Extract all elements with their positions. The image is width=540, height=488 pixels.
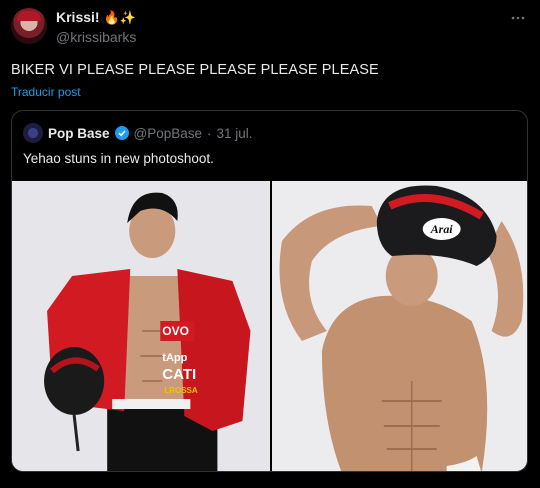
- verified-badge-icon: [114, 126, 129, 140]
- helmet-brand: Arai: [429, 222, 453, 236]
- jacket-logo-1: OVO: [162, 324, 189, 338]
- author-display-name[interactable]: Krissi!: [56, 9, 100, 25]
- media-grid: OVO tApp CATI LROSSA Arai: [12, 181, 527, 471]
- quote-handle[interactable]: @PopBase: [134, 126, 203, 141]
- author-handle[interactable]: @krissibarks: [56, 29, 136, 45]
- fire-sparkles-emoji: 🔥✨: [103, 9, 136, 25]
- tweet-text: BIKER VI PLEASE PLEASE PLEASE PLEASE PLE…: [11, 62, 379, 78]
- jacket-logo-2: tApp: [162, 352, 187, 364]
- quoted-post[interactable]: Pop Base @PopBase · 31 jul. Yehao stuns …: [11, 110, 528, 472]
- translate-link[interactable]: Traducir post: [11, 85, 81, 99]
- author-name-row: Krissi! 🔥✨: [56, 9, 136, 25]
- quote-display-name[interactable]: Pop Base: [48, 126, 110, 141]
- photo-left[interactable]: OVO tApp CATI LROSSA: [12, 181, 270, 471]
- more-icon[interactable]: [510, 10, 526, 31]
- quote-date[interactable]: 31 jul.: [217, 126, 253, 141]
- author-avatar[interactable]: [11, 8, 47, 44]
- quote-separator: ·: [207, 125, 212, 141]
- post[interactable]: Krissi! 🔥✨ @krissibarks BIKER VI PLEASE …: [0, 0, 540, 488]
- quote-text: Yehao stuns in new photoshoot.: [23, 151, 214, 166]
- jacket-logo-4: LROSSA: [164, 386, 198, 395]
- photo-right[interactable]: Arai: [271, 181, 527, 471]
- jacket-logo-3: CATI: [162, 366, 196, 383]
- quote-avatar[interactable]: [23, 123, 43, 143]
- quote-header: Pop Base @PopBase · 31 jul.: [23, 123, 253, 143]
